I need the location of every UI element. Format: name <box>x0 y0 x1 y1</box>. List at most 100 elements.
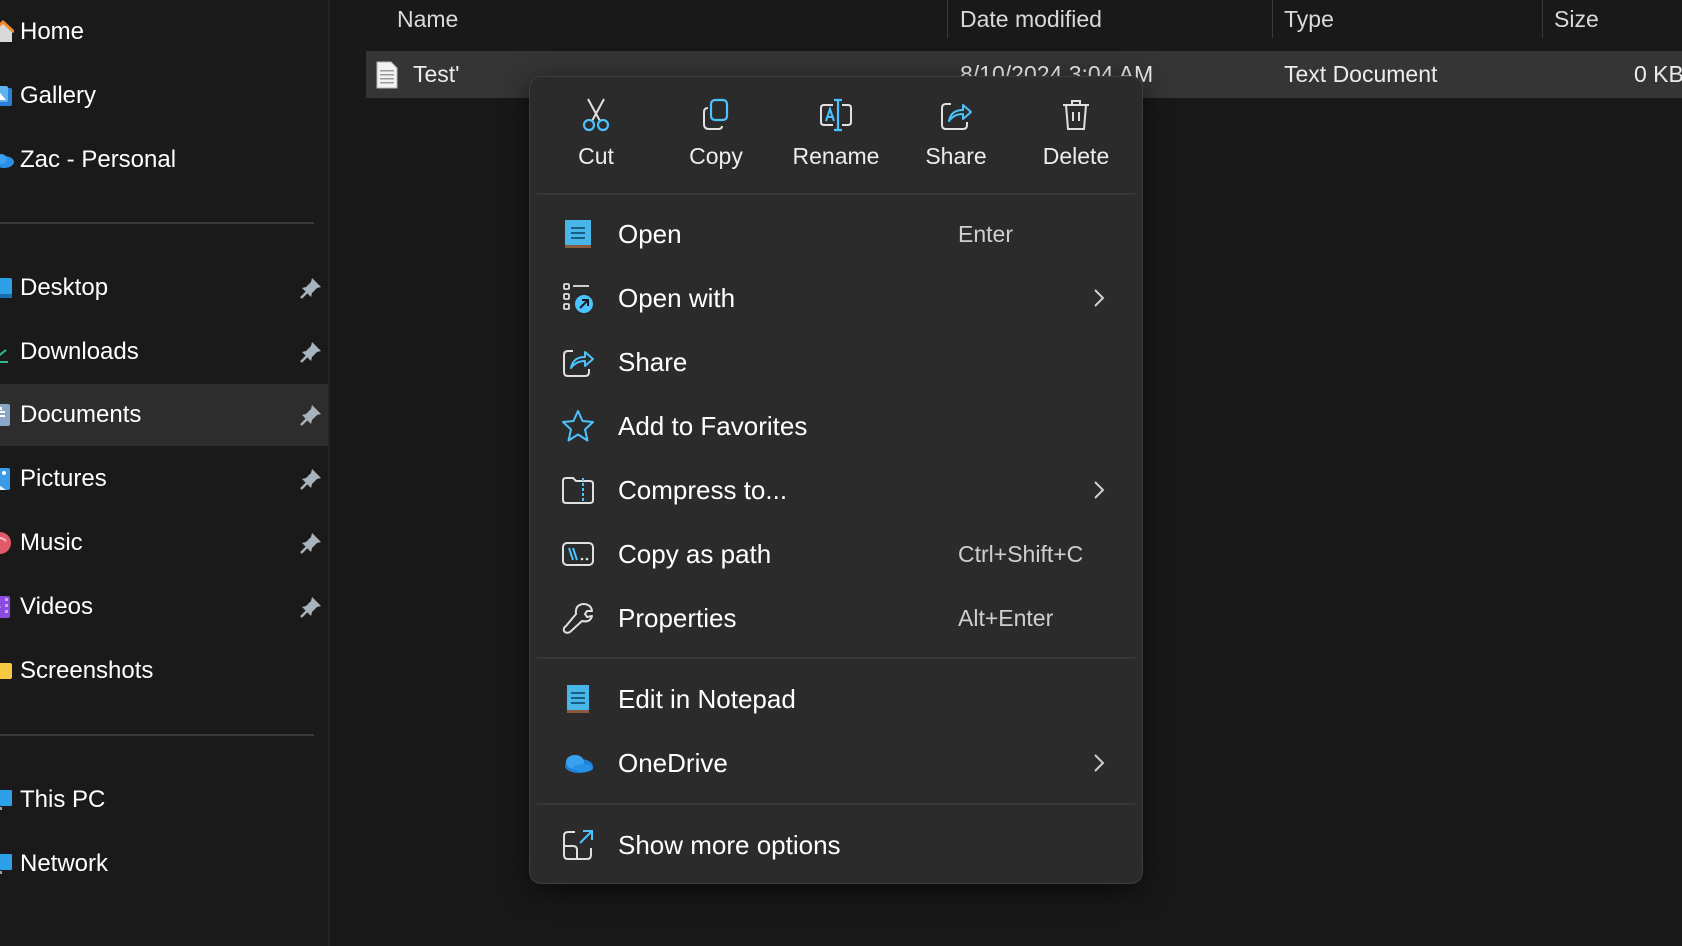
zip-folder-icon <box>560 472 596 508</box>
sidebar-item-label: Gallery <box>20 82 97 109</box>
star-icon <box>560 408 596 444</box>
sidebar-item-home[interactable]: Home <box>0 1 328 63</box>
notepad-icon <box>560 681 596 717</box>
menu-item-label: Compress to... <box>618 474 788 505</box>
scissors-icon <box>576 95 616 135</box>
rename-button[interactable]: Rename <box>786 95 886 177</box>
copy-path-icon <box>560 536 596 572</box>
sidebar-divider <box>0 734 314 736</box>
pin-icon[interactable] <box>298 530 324 556</box>
file-size: 0 KB <box>1634 61 1682 87</box>
column-separator[interactable] <box>947 0 948 38</box>
rename-label: Rename <box>792 143 880 169</box>
copy-label: Copy <box>689 143 743 169</box>
folder-icon <box>0 659 14 683</box>
sidebar-item-downloads[interactable]: Downloads <box>0 321 328 383</box>
sidebar-item-label: This PC <box>20 786 106 813</box>
sidebar-item-pictures[interactable]: Pictures <box>0 448 328 510</box>
gallery-icon <box>0 84 14 108</box>
sidebar-item-label: Documents <box>20 401 142 428</box>
sidebar-item-videos[interactable]: Videos <box>0 576 328 638</box>
menu-item-share[interactable]: Share <box>534 332 1138 392</box>
expand-icon <box>560 827 596 863</box>
sidebar-item-network[interactable]: Network <box>0 833 328 895</box>
navigation-pane: Home Gallery Zac - Personal Desktop Down… <box>0 0 330 946</box>
menu-item-show-more-options[interactable]: Show more options <box>534 815 1138 875</box>
sidebar-item-this-pc[interactable]: This PC <box>0 769 328 831</box>
desktop-folder-icon <box>0 276 14 300</box>
pc-icon <box>0 788 14 812</box>
sidebar-item-label: Screenshots <box>20 657 154 684</box>
documents-icon <box>0 403 14 427</box>
sidebar-item-music[interactable]: Music <box>0 512 328 574</box>
pin-icon[interactable] <box>298 402 324 428</box>
sidebar-item-label: Music <box>20 529 83 556</box>
menu-item-open[interactable]: Open Enter <box>534 204 1138 264</box>
sidebar-item-label: Home <box>20 18 85 45</box>
column-header-date-modified[interactable]: Date modified <box>960 0 1102 38</box>
menu-item-label: Open with <box>618 282 736 313</box>
shortcut-text: Enter <box>958 220 1013 247</box>
home-icon <box>0 20 14 44</box>
delete-button[interactable]: Delete <box>1026 95 1126 177</box>
share-label: Share <box>925 143 987 169</box>
cut-button[interactable]: Cut <box>546 95 646 177</box>
sidebar-item-label: Videos <box>20 593 93 620</box>
sidebar-item-screenshots[interactable]: Screenshots <box>0 640 328 702</box>
menu-item-onedrive[interactable]: OneDrive <box>534 733 1138 793</box>
menu-item-edit-in-notepad[interactable]: Edit in Notepad <box>534 669 1138 729</box>
menu-item-label: Copy as path <box>618 538 772 569</box>
menu-item-properties[interactable]: Properties Alt+Enter <box>534 588 1138 648</box>
sidebar-divider <box>0 222 314 224</box>
sidebar-item-label: Zac - Personal <box>20 146 177 173</box>
menu-item-label: Share <box>618 346 688 377</box>
context-menu: Cut Copy Rename Share Delete Open Enter … <box>529 76 1143 884</box>
pin-icon[interactable] <box>298 275 324 301</box>
open-with-icon <box>560 280 596 316</box>
sidebar-item-gallery[interactable]: Gallery <box>0 65 328 127</box>
pin-icon[interactable] <box>298 339 324 365</box>
menu-item-add-to-favorites[interactable]: Add to Favorites <box>534 396 1138 456</box>
column-header-size[interactable]: Size <box>1554 0 1599 38</box>
menu-item-label: Open <box>618 218 682 249</box>
menu-item-label: Properties <box>618 602 737 633</box>
copy-button[interactable]: Copy <box>666 95 766 177</box>
column-separator[interactable] <box>1272 0 1273 38</box>
pin-icon[interactable] <box>298 594 324 620</box>
menu-item-label: Edit in Notepad <box>618 683 796 714</box>
file-type: Text Document <box>1284 61 1438 87</box>
trash-icon <box>1056 95 1096 135</box>
share-icon <box>936 95 976 135</box>
downloads-icon <box>0 340 14 364</box>
menu-item-label: OneDrive <box>618 747 728 778</box>
sidebar-item-label: Network <box>20 850 109 877</box>
sidebar-item-label: Pictures <box>20 465 107 492</box>
shortcut-text: Ctrl+Shift+C <box>958 540 1084 567</box>
pin-icon[interactable] <box>298 466 324 492</box>
sidebar-item-desktop[interactable]: Desktop <box>0 257 328 319</box>
music-icon <box>0 531 14 555</box>
column-header-type[interactable]: Type <box>1284 0 1334 38</box>
column-separator[interactable] <box>1542 0 1543 38</box>
videos-icon <box>0 595 14 619</box>
wrench-icon <box>560 600 596 636</box>
onedrive-icon <box>560 745 596 781</box>
menu-item-label: Show more options <box>618 829 841 860</box>
sidebar-item-label: Downloads <box>20 338 139 365</box>
sidebar-item-onedrive[interactable]: Zac - Personal <box>0 129 328 191</box>
share-button[interactable]: Share <box>906 95 1006 177</box>
delete-label: Delete <box>1042 143 1110 169</box>
column-header-name[interactable]: Name <box>397 0 458 38</box>
notepad-icon <box>560 216 596 252</box>
network-icon <box>0 852 14 876</box>
menu-item-open-with[interactable]: Open with <box>534 268 1138 328</box>
chevron-right-icon <box>1089 753 1109 773</box>
menu-separator <box>537 193 1135 195</box>
share-icon <box>560 344 596 380</box>
menu-item-copy-as-path[interactable]: Copy as path Ctrl+Shift+C <box>534 524 1138 584</box>
shortcut-text: Alt+Enter <box>958 604 1054 631</box>
menu-item-compress-to[interactable]: Compress to... <box>534 460 1138 520</box>
chevron-right-icon <box>1089 480 1109 500</box>
pictures-icon <box>0 467 14 491</box>
sidebar-item-documents[interactable]: Documents <box>0 384 328 446</box>
